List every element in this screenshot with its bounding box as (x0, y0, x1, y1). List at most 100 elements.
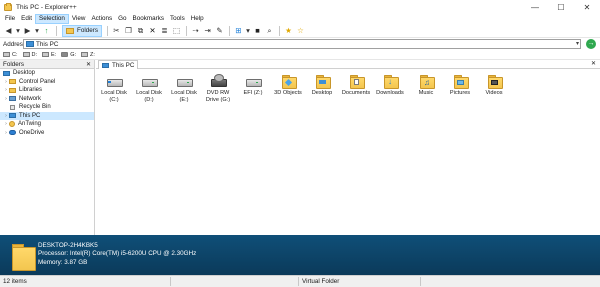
downloads-folder-icon: ↓ (382, 72, 399, 89)
cut-icon[interactable]: ✂ (111, 25, 122, 36)
menu-tools[interactable]: Tools (167, 14, 188, 24)
back-icon[interactable]: ◀ (3, 25, 14, 36)
drive-button-c[interactable]: C: (3, 52, 18, 58)
list-item-local-disk-d[interactable]: Local Disk (D:) (131, 70, 167, 104)
drive-button-z[interactable]: Z: (81, 52, 95, 58)
tree-item-label: Libraries (19, 87, 43, 94)
copy-icon[interactable]: ❐ (123, 25, 134, 36)
list-item-downloads[interactable]: ↓ Downloads (372, 70, 408, 97)
desktop-icon (3, 70, 10, 76)
tree-item-network[interactable]: › Network (0, 95, 94, 104)
tree-item-label: This PC (19, 112, 41, 119)
folders-pane-title: Folders (3, 60, 24, 68)
go-button[interactable]: → (586, 39, 596, 49)
status-separator (298, 277, 299, 286)
processor-info: Processor: Intel(R) Core(TM) i5-6200U CP… (38, 250, 197, 258)
menu-actions[interactable]: Actions (88, 14, 115, 24)
tree-item-user[interactable]: › AnTwing (0, 120, 94, 129)
address-input[interactable]: This PC ▾ (23, 39, 581, 49)
views-dropdown-icon[interactable]: ▾ (245, 25, 251, 36)
bookmarks-icon[interactable]: ☆ (295, 25, 306, 36)
optical-drive-icon (61, 52, 69, 57)
maximize-button[interactable]: ☐ (548, 0, 574, 14)
properties-icon[interactable]: ≣ (159, 25, 170, 36)
music-folder-icon: ♫ (418, 72, 435, 89)
item-label: Local Disk (E:) (171, 90, 197, 104)
close-tab-icon[interactable]: ✕ (591, 60, 596, 69)
views-icon[interactable]: ⊞ (233, 25, 244, 36)
list-item-local-disk-c[interactable]: Local Disk (C:) (96, 70, 132, 104)
minimize-button[interactable]: — (522, 0, 548, 14)
paste-icon[interactable]: ⧉ (135, 25, 146, 36)
menu-view[interactable]: View (69, 14, 89, 24)
list-item-documents[interactable]: Documents (338, 70, 374, 97)
item-label: Local Disk (C:) (101, 90, 127, 104)
menu-bookmarks[interactable]: Bookmarks (130, 14, 168, 24)
documents-folder-icon (348, 72, 365, 89)
forward-icon[interactable]: ▶ (22, 25, 33, 36)
close-button[interactable]: ✕ (574, 0, 600, 14)
list-item-videos[interactable]: Videos (476, 70, 512, 97)
drive-button-e[interactable]: E: (42, 52, 56, 58)
tree-item-control-panel[interactable]: › Control Panel (0, 78, 94, 87)
folders-toggle-button[interactable]: Folders (62, 24, 102, 37)
hard-drive-icon (176, 72, 193, 88)
move-to-icon[interactable]: ⇥ (202, 25, 213, 36)
drive-button-d[interactable]: D: (22, 52, 37, 58)
main-toolbar: ◀ ▾ ▶ ▾ ↑ Folders ✂ ❐ ⧉ ✕ ≣ ⬚ ⇢ ⇥ ✎ ⊞ ▾ … (0, 24, 600, 38)
item-label: Desktop (311, 90, 333, 96)
drive-button-g[interactable]: G: (61, 52, 76, 58)
libraries-icon (9, 87, 16, 93)
tree-item-onedrive[interactable]: › OneDrive (0, 129, 94, 138)
tree-item-this-pc[interactable]: › This PC (0, 111, 94, 120)
list-item-dvd-drive[interactable]: DVD RW Drive (G:) (200, 70, 236, 104)
drives-toolbar: C: D: E: G: Z: (0, 50, 600, 60)
3d-objects-folder-icon (280, 72, 297, 89)
menu-help[interactable]: Help (188, 14, 207, 24)
address-value: This PC (36, 40, 59, 48)
status-separator (420, 277, 421, 286)
tree-item-libraries[interactable]: › Libraries (0, 86, 94, 95)
drive-label: Z: (90, 51, 95, 58)
menu-edit[interactable]: Edit (18, 14, 35, 24)
menu-selection[interactable]: Selection (35, 14, 69, 24)
computer-name: DESKTOP-2H4KBK5 (38, 242, 98, 249)
hard-drive-icon (106, 72, 123, 88)
toolbar-separator (107, 25, 108, 36)
search-icon[interactable]: ⌕ (264, 25, 275, 36)
folders-toggle-label: Folders (77, 27, 98, 34)
close-icon[interactable]: ✕ (86, 61, 91, 68)
window-controls: — ☐ ✕ (522, 0, 600, 14)
up-icon[interactable]: ↑ (41, 25, 52, 36)
rename-icon[interactable]: ✎ (214, 25, 225, 36)
tab-this-pc[interactable]: This PC (98, 60, 138, 69)
title-bar: This PC - Explorer++ — ☐ ✕ (0, 0, 600, 14)
tree-item-desktop[interactable]: Desktop (0, 69, 94, 78)
new-folder-icon[interactable]: ⬚ (171, 25, 182, 36)
tree-item-label: OneDrive (19, 129, 45, 136)
copy-to-icon[interactable]: ⇢ (190, 25, 201, 36)
list-item-efi[interactable]: EFI (Z:) (235, 70, 271, 97)
list-item-local-disk-e[interactable]: Local Disk (E:) (166, 70, 202, 104)
tab-label: This PC (112, 61, 135, 69)
drive-label: E: (51, 51, 57, 58)
dvd-drive-icon (210, 72, 227, 88)
back-dropdown-icon[interactable]: ▾ (15, 25, 21, 36)
this-pc-icon (102, 62, 109, 68)
menu-file[interactable]: File (2, 14, 18, 24)
list-item-pictures[interactable]: Pictures (442, 70, 478, 97)
delete-icon[interactable]: ✕ (147, 25, 158, 36)
tree-item-label: Control Panel (19, 78, 56, 85)
drive-label: C: (12, 51, 18, 58)
address-dropdown-icon[interactable]: ▾ (576, 40, 579, 47)
list-item-music[interactable]: ♫ Music (408, 70, 444, 97)
command-prompt-icon[interactable]: ■ (252, 25, 263, 36)
forward-dropdown-icon[interactable]: ▾ (34, 25, 40, 36)
menu-go[interactable]: Go (115, 14, 129, 24)
tree-item-recycle-bin[interactable]: Recycle Bin (0, 103, 94, 112)
status-bar: 12 items Virtual Folder (0, 275, 600, 287)
drive-icon (81, 52, 89, 57)
list-item-3d-objects[interactable]: 3D Objects (270, 70, 306, 97)
list-item-desktop[interactable]: Desktop (304, 70, 340, 97)
bookmark-add-icon[interactable]: ★ (283, 25, 294, 36)
